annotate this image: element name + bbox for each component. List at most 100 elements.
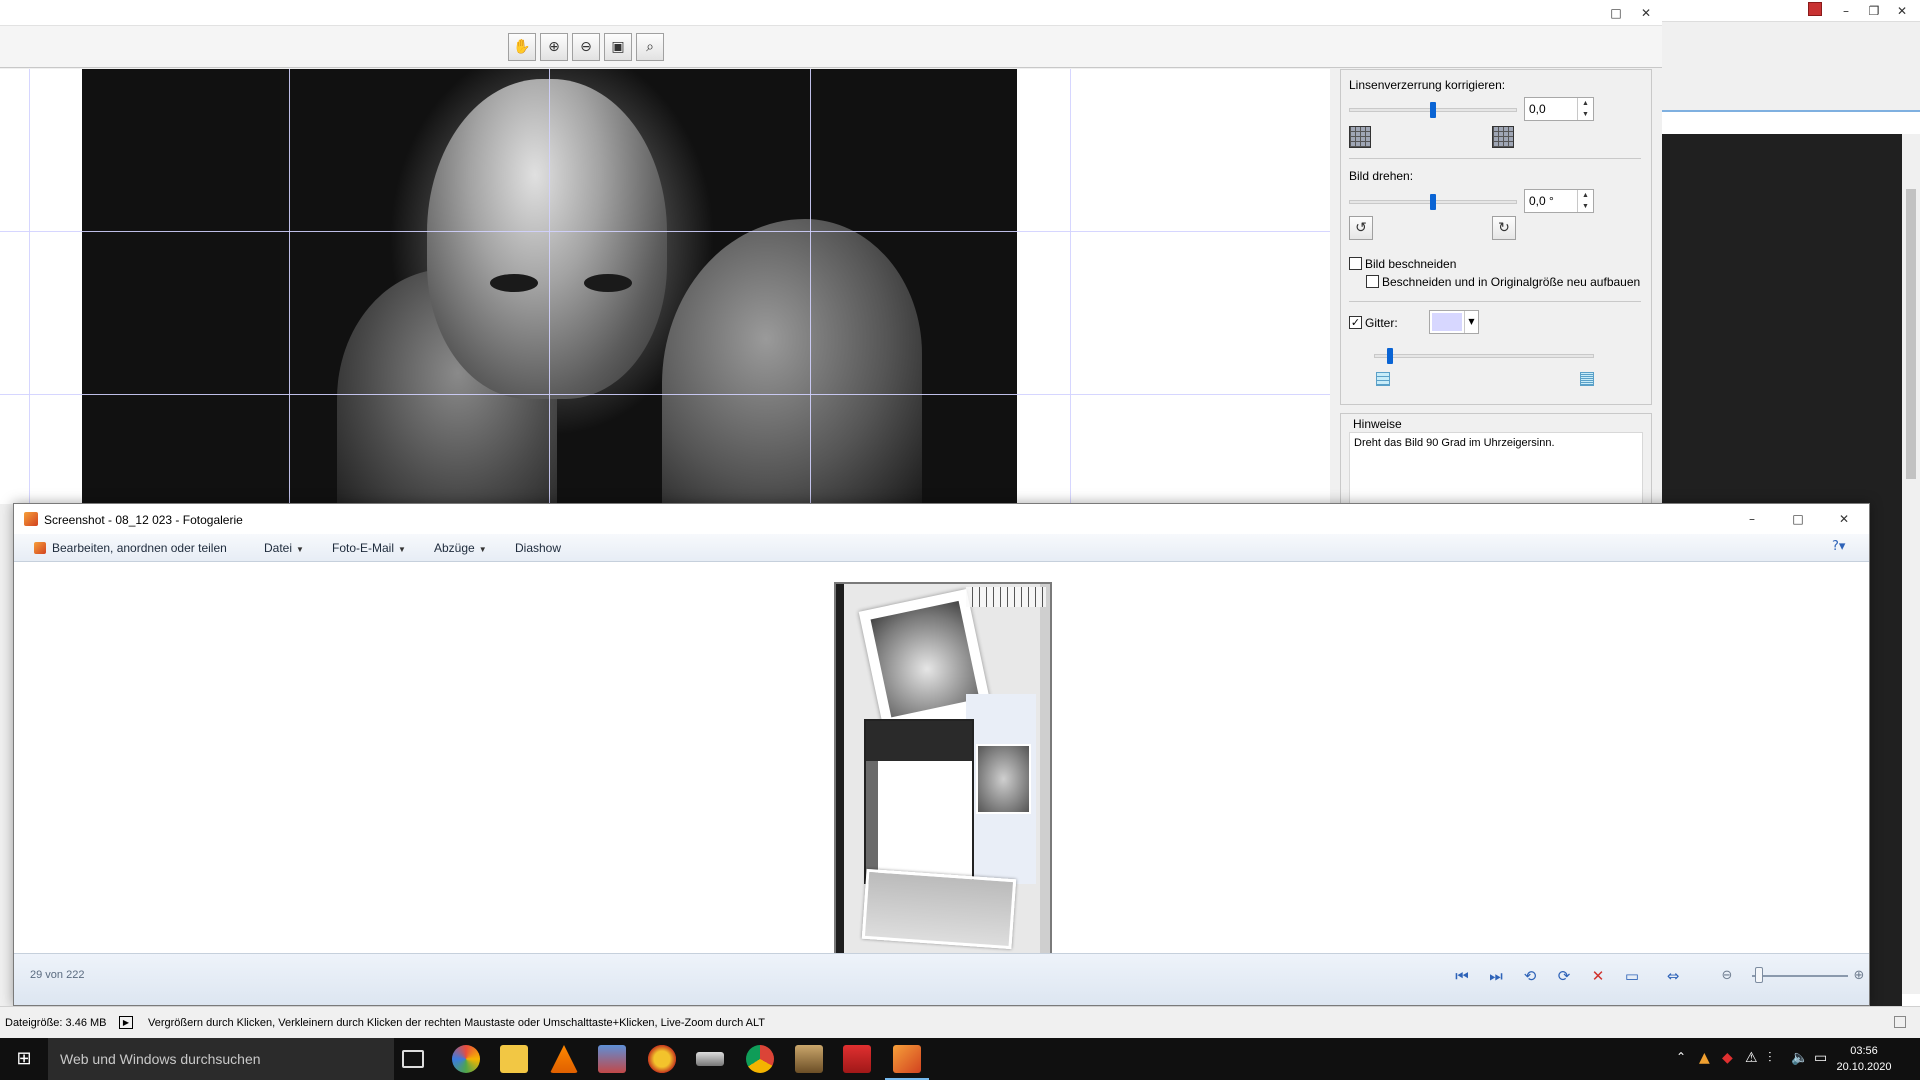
zoom-in-icon[interactable]: ⊕ [1848,965,1870,987]
menu-file[interactable]: Datei ▼ [264,541,304,555]
background-menubar [1662,22,1920,42]
correction-panel: Linsenverzerrung korrigieren: 0,0 ▲ ▼ Bil… [1330,69,1662,504]
rotate-value-spinner[interactable]: 0,0 ° ▲ ▼ [1524,189,1594,213]
grid-color-picker[interactable]: ▼ [1429,310,1479,334]
taskbar-search-box[interactable]: Web und Windows durchsuchen [48,1038,394,1080]
menu-prints[interactable]: Abzüge ▼ [434,541,487,555]
resize-grip-icon[interactable] [1894,1016,1906,1028]
chrome-icon[interactable] [746,1045,774,1073]
grid-size-slider[interactable] [1374,354,1594,358]
scrollbar-thumb[interactable] [1906,189,1916,479]
hand-icon[interactable]: ✋ [508,33,536,61]
maximize-icon[interactable]: □ [1786,508,1810,530]
vlc-tray-icon[interactable]: ▲ [1699,1050,1710,1066]
clock-date: 20.10.2020 [1836,1061,1892,1073]
user-icon[interactable] [1808,2,1822,16]
tray-chevron-icon[interactable]: ⌃ [1676,1050,1686,1064]
volume-icon[interactable]: 🔈 [1791,1050,1808,1066]
spinner-arrows-icon[interactable]: ▲ ▼ [1577,98,1593,120]
zoom-out-icon[interactable]: ⊖ [1716,965,1738,987]
fit-icon[interactable]: ▣ [604,33,632,61]
close-icon[interactable]: ✕ [1634,2,1658,24]
scanner-icon[interactable] [696,1052,724,1066]
delete-icon[interactable]: ✕ [1587,965,1609,987]
small-grid-icon [1376,372,1390,386]
minimize-icon[interactable]: – [1834,0,1858,22]
file-explorer-icon[interactable] [500,1045,528,1073]
lens-value-spinner[interactable]: 0,0 ▲ ▼ [1524,97,1594,121]
background-toolbar [1662,42,1920,112]
photo-app-icon[interactable] [598,1045,626,1073]
rotate-slider-thumb[interactable] [1430,194,1436,210]
camera-app-icon[interactable] [795,1045,823,1073]
task-view-icon[interactable] [402,1050,424,1068]
restore-icon[interactable]: ❐ [1862,0,1886,22]
editor-titlebar: □ ✕ [0,0,1662,26]
spinner-arrows-icon[interactable]: ▲ ▼ [1577,190,1593,212]
menu-file-label: Datei [264,541,293,555]
zoom-out-icon[interactable]: ⊖ [572,33,600,61]
play-icon[interactable]: ▶ [119,1016,133,1029]
rotate-value: 0,0 ° [1529,194,1554,208]
maximize-icon[interactable]: □ [1604,2,1628,24]
grid-checkbox[interactable]: ✓ [1349,316,1362,329]
crop-checkbox[interactable] [1349,257,1362,270]
grid-line [810,69,811,504]
next-icon[interactable]: ⏭ [1485,965,1507,987]
vertical-scrollbar[interactable] [1902,134,1920,994]
gallery-viewer[interactable] [14,563,1869,964]
crop-rebuild-checkbox[interactable] [1366,275,1379,288]
gallery-statusbar: 29 von 222 ⏮ ⏭ ⟲ ⟳ ✕ ▭ ⇔ ⊖ ⊕ [14,953,1869,1005]
zoom-100-icon[interactable]: ⌕ [636,33,664,61]
close-icon[interactable]: ✕ [1890,0,1914,22]
menu-edit[interactable]: Bearbeiten, anordnen oder teilen [34,541,227,555]
grid-size-slider-thumb[interactable] [1387,348,1393,364]
clock-time: 03:56 [1850,1045,1878,1057]
divider [1349,158,1641,159]
image-canvas[interactable] [0,69,1330,504]
photo-gallery-taskbar-icon[interactable] [885,1045,929,1080]
search-placeholder: Web und Windows durchsuchen [60,1051,261,1067]
photo-shape [662,219,922,504]
network-warning-icon[interactable]: ⚠ [1745,1050,1758,1066]
menu-photo-email[interactable]: Foto-E-Mail ▼ [332,541,406,555]
caret-down-icon: ▼ [478,545,487,554]
pdf-app-icon[interactable] [843,1045,871,1073]
grid-color-swatch [1432,313,1462,331]
large-grid-icon [1580,372,1594,386]
photo-gallery-app-icon [24,512,38,526]
rotate-left-icon[interactable]: ↺ [1349,216,1373,240]
screenshot-shape [864,719,974,884]
help-icon[interactable]: ?▾ [1832,539,1845,554]
zoom-slider-thumb[interactable] [1755,967,1763,983]
minimize-icon[interactable]: – [1740,508,1764,530]
notifications-icon[interactable]: ▭ [1814,1050,1827,1066]
fit-to-window-icon[interactable]: ⇔ [1662,965,1684,987]
lens-slider-thumb[interactable] [1430,102,1436,118]
menu-email-label: Foto-E-Mail [332,541,395,555]
previous-icon[interactable]: ⏮ [1451,965,1473,987]
wifi-icon[interactable]: ⫶ [1768,1050,1772,1066]
rotate-right-icon[interactable]: ↻ [1492,216,1516,240]
zoom-hint-text: Vergrößern durch Klicken, Verkleinern du… [148,1017,766,1029]
menu-slideshow[interactable]: Diashow [515,541,561,555]
rotate-left-icon[interactable]: ⟲ [1519,965,1541,987]
antivirus-tray-icon[interactable]: ◆ [1722,1050,1733,1066]
media-app-icon[interactable] [648,1045,676,1073]
picasa-icon[interactable] [452,1045,480,1073]
menu-slideshow-label: Diashow [515,541,562,555]
taskbar-clock[interactable]: 03:56 20.10.2020 [1834,1043,1894,1075]
rotate-right-icon[interactable]: ⟳ [1553,965,1575,987]
close-icon[interactable]: ✕ [1832,508,1856,530]
grid-line [0,231,1330,232]
gallery-menubar: Bearbeiten, anordnen oder teilen Datei ▼ … [14,534,1869,562]
edit-app-icon [34,542,46,554]
zoom-slider[interactable] [1752,975,1848,977]
windows-start-icon[interactable]: ⊞ [0,1038,48,1080]
slideshow-icon[interactable]: ▭ [1621,965,1643,987]
correction-group: Linsenverzerrung korrigieren: 0,0 ▲ ▼ Bil… [1340,69,1652,405]
editor-toolbar: ✋ ⊕ ⊖ ▣ ⌕ [0,26,1662,68]
vlc-icon[interactable] [550,1045,578,1073]
zoom-in-icon[interactable]: ⊕ [540,33,568,61]
chevron-down-icon[interactable]: ▼ [1464,311,1478,333]
